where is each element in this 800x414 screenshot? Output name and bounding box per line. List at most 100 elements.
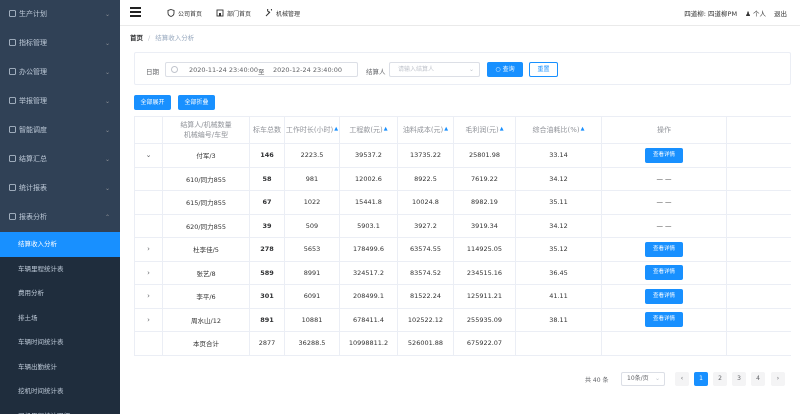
- page-2[interactable]: 2: [713, 372, 727, 386]
- cell-hours: 1022: [285, 191, 340, 214]
- prev-page-button[interactable]: ‹: [675, 372, 689, 386]
- sidebar-menu-3[interactable]: 办公管理 ⌄: [0, 58, 120, 87]
- chevron-down-icon: ⌄: [104, 156, 110, 163]
- cell-profit: 8982.19: [454, 191, 516, 214]
- personal-link[interactable]: ♟ 个人: [745, 8, 766, 18]
- table-header: 结算人/机械数量 机械编号/车型 标车总数 工作时长(小时)▲ 工程款(元)▲ …: [135, 117, 791, 144]
- collapse-all-button[interactable]: 全部折叠: [178, 95, 215, 110]
- sidebar-subitem-2[interactable]: 车辆里程统计表: [0, 257, 120, 282]
- view-detail-button[interactable]: 查看详情: [645, 265, 683, 281]
- page-4[interactable]: 4: [751, 372, 765, 386]
- next-page-button[interactable]: ›: [771, 372, 785, 386]
- cell-profit: 234515.16: [454, 261, 516, 284]
- chevron-right-icon[interactable]: ›: [147, 316, 150, 324]
- table-row: ⌄ 付军/3 146 2223.5 39537.2 13735.22 25801.98 33.…: [135, 144, 791, 168]
- sidebar-menu-1[interactable]: 生产计划 ⌄: [0, 0, 120, 29]
- cell-hours: 5653: [285, 238, 340, 261]
- cell-total: 589: [250, 261, 285, 284]
- view-detail-button[interactable]: 查看详情: [645, 288, 683, 304]
- sidebar-menu-7[interactable]: 统计报表 ⌄: [0, 174, 120, 203]
- view-detail-button[interactable]: 查看详情: [645, 241, 683, 257]
- cell-amount: 39537.2: [340, 144, 398, 167]
- summary-fuel: 526001.88: [398, 332, 454, 355]
- sidebar-subitem-5[interactable]: 车辆时间统计表: [0, 330, 120, 355]
- view-detail-button[interactable]: 查看详情: [645, 147, 683, 163]
- empty-dash: — —: [656, 198, 672, 207]
- nav-company-home[interactable]: 公司首页: [167, 9, 202, 18]
- sidebar-subitem-6[interactable]: 车辆出勤统计: [0, 355, 120, 380]
- breadcrumb-home[interactable]: 首页: [130, 34, 143, 42]
- chevron-right-icon[interactable]: ›: [147, 292, 150, 300]
- cell-fuel: 63574.55: [398, 238, 454, 261]
- chevron-down-icon[interactable]: ⌄: [146, 151, 152, 159]
- logout-link[interactable]: 退出: [774, 8, 787, 18]
- sidebar-subitem-4[interactable]: 排土场: [0, 306, 120, 331]
- settler-select[interactable]: 请输入结算人 ⌄: [389, 62, 480, 77]
- cell-fuel: 8922.5: [398, 167, 454, 190]
- sidebar-menu-8[interactable]: 报表分析 ⌃: [0, 203, 120, 232]
- chevron-down-icon: ⌄: [104, 40, 110, 47]
- table-subrow: 620/同力855 39 509 5903.1 3927.2 3919.34 34.12 — …: [135, 214, 791, 238]
- hamburger-menu-icon[interactable]: [130, 7, 141, 18]
- chevron-right-icon[interactable]: ›: [147, 269, 150, 277]
- sort-icon[interactable]: ▲: [444, 126, 448, 132]
- empty-dash: — —: [656, 221, 672, 230]
- cell-profit: 3919.34: [454, 214, 516, 237]
- cell-total: 891: [250, 308, 285, 331]
- expand-all-button[interactable]: 全部展开: [134, 95, 171, 110]
- page-size-select[interactable]: 10条/页 ⌄: [621, 372, 665, 386]
- sidebar-subitem-8[interactable]: 司机里程统计明细: [0, 404, 120, 414]
- cell-amount: 12002.6: [340, 167, 398, 190]
- chevron-down-icon: ⌄: [104, 69, 110, 76]
- summary-profit: 675922.07: [454, 332, 516, 355]
- header-fuel[interactable]: 油料成本(元)▲: [398, 117, 454, 143]
- summary-row: 本页合计 2877 36288.5 10998811.2 526001.88 6…: [135, 332, 791, 356]
- chevron-right-icon[interactable]: ›: [147, 245, 150, 253]
- header-hours[interactable]: 工作时长(小时)▲: [285, 117, 340, 143]
- cell-ratio: 34.12: [516, 214, 602, 237]
- view-detail-button[interactable]: 查看详情: [645, 312, 683, 328]
- sidebar-menu-4[interactable]: 举报管理 ⌄: [0, 87, 120, 116]
- reset-button[interactable]: 重置: [529, 62, 558, 77]
- page-1[interactable]: 1: [694, 372, 708, 386]
- date-start[interactable]: 2020-11-24 23:40:00: [189, 66, 258, 74]
- empty-dash: — —: [656, 174, 672, 183]
- search-button[interactable]: ○ 查询: [487, 62, 523, 77]
- top-bar: 公司首页 部门首页 机械管理 四道柳: 四道柳PM ♟ 个人 退出: [120, 0, 800, 26]
- date-range-picker[interactable]: 2020-11-24 23:40:00 至 2020-12-24 23:40:0…: [165, 62, 358, 77]
- nav-machinery[interactable]: 机械管理: [265, 9, 300, 18]
- cell-total: 301: [250, 285, 285, 308]
- chevron-down-icon: ⌄: [104, 185, 110, 192]
- cell-fuel: 102522.12: [398, 308, 454, 331]
- header-amount[interactable]: 工程款(元)▲: [340, 117, 398, 143]
- sidebar-menu-2[interactable]: 指标管理 ⌄: [0, 29, 120, 58]
- sidebar-subitem-1[interactable]: 结算收入分析: [0, 232, 120, 257]
- cell-ratio: 35.12: [516, 238, 602, 261]
- user-icon: ♟: [745, 10, 751, 18]
- cell-name: 610/同力855: [163, 167, 250, 190]
- cell-fuel: 3927.2: [398, 214, 454, 237]
- date-end[interactable]: 2020-12-24 23:40:00: [273, 66, 342, 74]
- cell-amount: 5903.1: [340, 214, 398, 237]
- nav-dept-home[interactable]: 部门首页: [216, 9, 251, 18]
- sidebar-subitem-7[interactable]: 挖机时间统计表: [0, 379, 120, 404]
- page-3[interactable]: 3: [732, 372, 746, 386]
- sort-icon[interactable]: ▲: [581, 126, 585, 132]
- cell-total: 67: [250, 191, 285, 214]
- table-row: › 杜李佳/5 278 5653 178499.6 63574.55 114925.05 35…: [135, 238, 791, 262]
- income-table: 结算人/机械数量 机械编号/车型 标车总数 工作时长(小时)▲ 工程款(元)▲ …: [134, 116, 791, 356]
- sort-icon[interactable]: ▲: [500, 126, 504, 132]
- cell-total: 39: [250, 214, 285, 237]
- header-profit[interactable]: 毛利润(元)▲: [454, 117, 516, 143]
- cell-fuel: 13735.22: [398, 144, 454, 167]
- sidebar-menu-5[interactable]: 智能调度 ⌄: [0, 116, 120, 145]
- sort-icon[interactable]: ▲: [334, 126, 338, 132]
- sort-icon[interactable]: ▲: [384, 126, 388, 132]
- sidebar-menu-6[interactable]: 结算汇总 ⌄: [0, 145, 120, 174]
- header-ratio[interactable]: 综合油耗比(%)▲: [516, 117, 602, 143]
- cell-name: 张艺/8: [163, 261, 250, 284]
- summary-hours: 36288.5: [285, 332, 340, 355]
- cell-profit: 25801.98: [454, 144, 516, 167]
- cell-amount: 678411.4: [340, 308, 398, 331]
- sidebar-subitem-3[interactable]: 费用分析: [0, 281, 120, 306]
